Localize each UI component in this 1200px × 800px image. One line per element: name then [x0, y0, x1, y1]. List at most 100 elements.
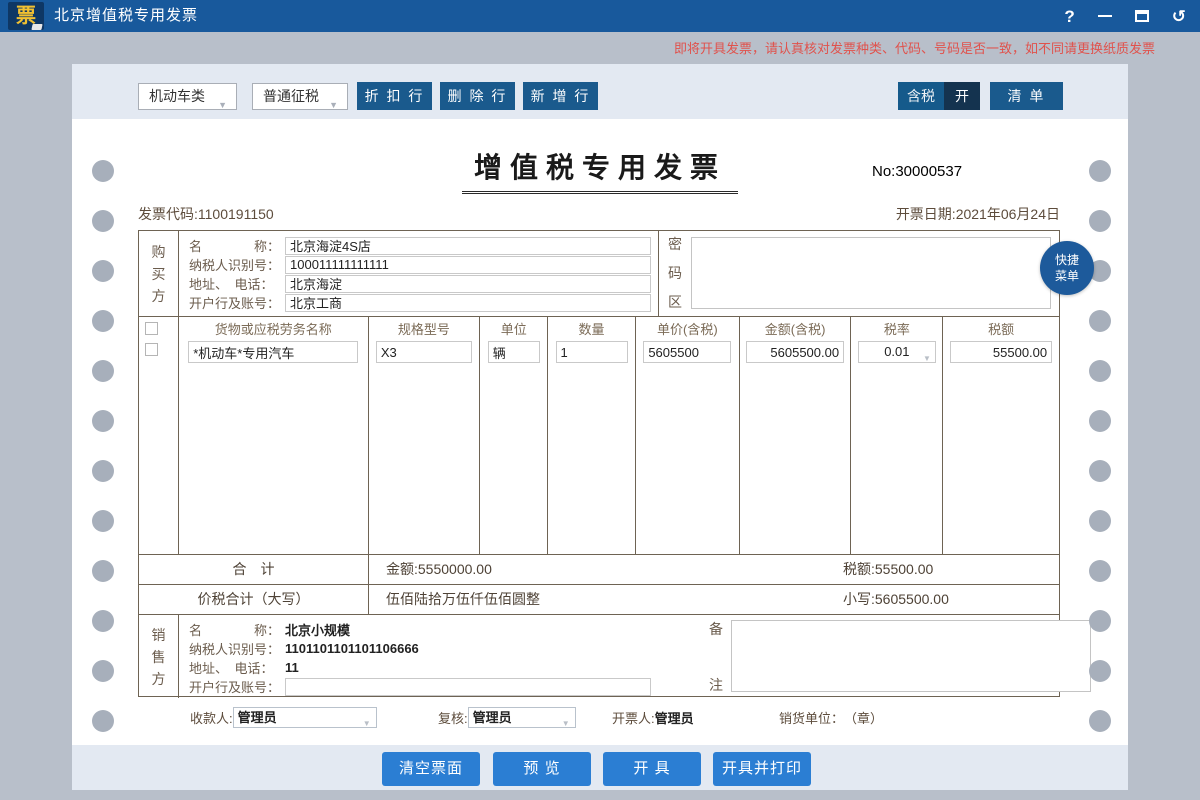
tax-included-toggle-state[interactable]: 开 — [944, 82, 980, 110]
invoice-code-value: 1100191150 — [198, 206, 274, 222]
perforation-dot — [1089, 560, 1111, 582]
amount-words-row: 价税合计（大写） 伍佰陆拾万伍仟伍佰圆整 小写:5605500.00 — [139, 584, 1059, 614]
window-title: 北京增值税专用发票 — [54, 0, 198, 32]
buyer-name-input[interactable] — [285, 237, 651, 255]
chevron-down-icon: ▼ — [923, 349, 931, 369]
issue-print-button[interactable]: 开具并打印 — [713, 752, 811, 786]
reviewer-value: 管理员 — [473, 710, 512, 725]
issue-button[interactable]: 开 具 — [603, 752, 701, 786]
buyer-taxid-input[interactable] — [285, 256, 651, 274]
tax-amount-column: 税额 — [943, 317, 1059, 554]
perforation-dot — [92, 160, 114, 182]
drawer-value: 管理员 — [655, 708, 694, 727]
buyer-address-input[interactable] — [285, 275, 651, 293]
list-button[interactable]: 清 单 — [990, 82, 1063, 110]
clear-button[interactable]: 清空票面 — [382, 752, 480, 786]
perforation-dot — [1089, 210, 1111, 232]
invoice-title-wrap: 增值税专用发票 — [72, 146, 1128, 194]
invoice-code-label: 发票代码: — [138, 206, 198, 222]
seller-bank-input[interactable] — [285, 678, 651, 696]
tax-rate-select[interactable]: 0.01 ▼ — [858, 341, 936, 363]
tax-amount-input[interactable] — [950, 341, 1052, 363]
tax-rate-header: 税率 — [851, 320, 942, 339]
payee-select[interactable]: 管理员 ▼ — [233, 707, 377, 728]
perforation-dot — [92, 660, 114, 682]
perforation-dot — [92, 460, 114, 482]
seller-address-label: 地址、 电话： — [189, 658, 285, 677]
tax-method-select[interactable]: 普通征税 ▼ — [252, 83, 348, 110]
amount-header: 金额(含税) — [740, 320, 851, 339]
add-row-button[interactable]: 新 增 行 — [523, 82, 598, 110]
quantity-header: 数量 — [548, 320, 635, 339]
maximize-icon[interactable] — [1135, 10, 1149, 22]
tax-method-value: 普通征税 — [263, 88, 319, 104]
tax-total: 税额:55500.00 — [843, 555, 933, 584]
seller-taxid-label: 纳税人识别号： — [189, 639, 285, 658]
totals-values: 金额:5550000.00 税额:55500.00 — [369, 555, 1059, 584]
quantity-column: 数量 — [548, 317, 636, 554]
spec-header: 规格型号 — [369, 320, 480, 339]
amount-input[interactable] — [746, 341, 844, 363]
reviewer-select[interactable]: 管理员 ▼ — [468, 707, 576, 728]
amount-words-label: 价税合计（大写） — [139, 585, 369, 614]
buyer-bank-row: 开户行及账号： — [189, 293, 658, 312]
delete-row-button[interactable]: 删 除 行 — [440, 82, 515, 110]
drawer-group: 开票人: 管理员 — [612, 706, 694, 728]
quick-menu-button[interactable]: 快捷 菜单 — [1040, 241, 1094, 295]
header-select-checkbox[interactable] — [145, 322, 158, 335]
row-select-checkbox[interactable] — [145, 343, 158, 356]
unit-input[interactable] — [488, 341, 540, 363]
invoice-type-select[interactable]: 机动车类 ▼ — [138, 83, 237, 110]
invoice-code: 发票代码:1100191150 — [138, 204, 274, 224]
perforation-dot — [1089, 710, 1111, 732]
discount-row-button[interactable]: 折 扣 行 — [357, 82, 432, 110]
undo-icon[interactable]: ↺ — [1172, 8, 1186, 25]
buyer-name-row: 名 称： — [189, 236, 658, 255]
perforation-dot — [92, 710, 114, 732]
invoice-date: 开票日期:2021年06月24日 — [896, 204, 1060, 224]
tax-included-toggle-label[interactable]: 含税 — [898, 82, 944, 110]
buyer-section: 购买方 名 称： 纳税人识别号： 地址、 电话： — [139, 231, 1059, 316]
items-table: 货物或应税劳务名称 规格型号 单位 数量 单价(含税) — [139, 316, 1059, 554]
password-area-label: 密码区 — [659, 231, 691, 316]
amount-figures: 小写:5605500.00 — [843, 585, 949, 614]
minimize-icon[interactable] — [1098, 15, 1112, 17]
spec-input[interactable] — [376, 341, 472, 363]
perforation-dot — [1089, 460, 1111, 482]
buyer-name-label: 名 称： — [189, 236, 285, 255]
payee-value: 管理员 — [238, 710, 277, 725]
seller-name-value: 北京小规模 — [285, 620, 350, 639]
seller-fields: 名 称： 北京小规模 纳税人识别号： 1101101101101106666 地… — [179, 615, 1059, 698]
reviewer-label: 复核: — [438, 708, 468, 727]
perforation-dot — [1089, 510, 1111, 532]
preview-button[interactable]: 预 览 — [493, 752, 591, 786]
titlebar-controls: ? ↺ — [1064, 0, 1186, 32]
totals-label: 合 计 — [139, 555, 369, 584]
seller-taxid-value: 1101101101101106666 — [285, 641, 419, 656]
perforation-dot — [92, 260, 114, 282]
quantity-input[interactable] — [556, 341, 628, 363]
help-icon[interactable]: ? — [1064, 8, 1074, 25]
chevron-down-icon: ▼ — [218, 93, 227, 118]
payee-group: 收款人: 管理员 ▼ — [190, 706, 377, 728]
buyer-section-label: 购买方 — [139, 231, 179, 316]
perforation-dot — [92, 310, 114, 332]
chevron-down-icon: ▼ — [562, 714, 570, 733]
buyer-address-label: 地址、 电话： — [189, 274, 285, 293]
tax-rate-value: 0.01 — [884, 344, 909, 359]
goods-name-input[interactable] — [188, 341, 358, 363]
unit-header: 单位 — [480, 320, 547, 339]
perforation-dot — [1089, 310, 1111, 332]
buyer-bank-input[interactable] — [285, 294, 651, 312]
logo-fold-decoration — [31, 24, 42, 30]
totals-row: 合 计 金额:5550000.00 税额:55500.00 — [139, 554, 1059, 584]
remark-box[interactable] — [731, 620, 1091, 692]
titlebar: 票 北京增值税专用发票 ? ↺ — [0, 0, 1200, 32]
invoice-paper: 增值税专用发票 No:30000537 发票代码:1100191150 开票日期… — [72, 119, 1128, 745]
unit-price-input[interactable] — [643, 341, 731, 363]
app-window: 票 北京增值税专用发票 ? ↺ 即将开具发票，请认真核对发票种类、代码、号码是否… — [0, 0, 1200, 800]
invoice-title: 增值税专用发票 — [462, 146, 738, 194]
perforation-dot — [92, 410, 114, 432]
amount-column: 金额(含税) — [740, 317, 852, 554]
perforation-dot — [1089, 610, 1111, 632]
